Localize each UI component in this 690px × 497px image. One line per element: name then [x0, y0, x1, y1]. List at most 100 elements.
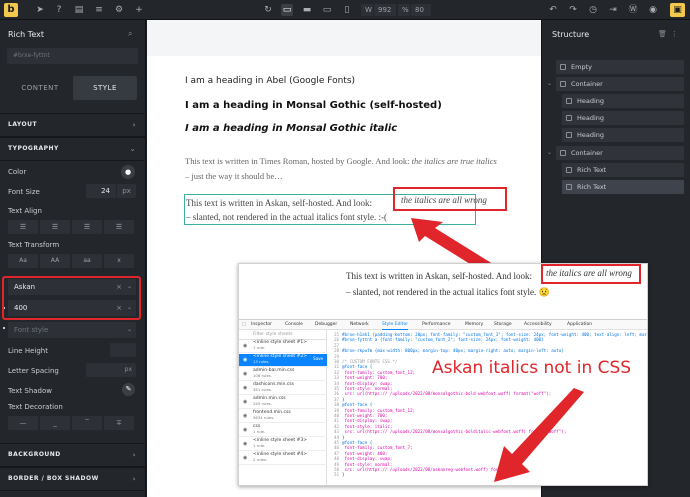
heading-monsal[interactable]: I am a heading in Monsal Gothic (self-ho…: [185, 100, 442, 111]
section-background[interactable]: BACKGROUND ›: [0, 443, 146, 467]
letter-spacing-input[interactable]: px: [86, 363, 136, 377]
tree-item-rich-text-2-selected[interactable]: Rich Text: [562, 180, 684, 194]
wordpress-icon[interactable]: Ⓦ: [627, 4, 639, 16]
bricks-logo[interactable]: b: [4, 3, 18, 17]
stylesheet-item[interactable]: ◉ <inline style sheet #3> 1 rule.: [239, 438, 327, 451]
eye-icon[interactable]: ◉: [243, 427, 247, 433]
tree-item-container-2[interactable]: ⌄ Container: [547, 146, 684, 160]
stylesheet-filter[interactable]: Filter style sheets: [239, 330, 327, 340]
stylesheet-rules: 106 rules.: [253, 373, 272, 378]
font-size-input[interactable]: 24: [86, 184, 116, 198]
tree-item-empty[interactable]: Empty: [556, 60, 684, 74]
css-code-editor[interactable]: 25 #brxe-h1ah1 {padding-bottom: 20px; fon…: [327, 330, 647, 485]
transform-lowercase[interactable]: aa: [72, 254, 102, 268]
stylesheet-item[interactable]: ◉ <inline style sheet #4> 2 rules.: [239, 452, 327, 465]
tree-item-container-1[interactable]: ⌄ Container: [547, 77, 684, 91]
code-text: }: [342, 396, 345, 402]
redo-icon[interactable]: ↷: [567, 4, 579, 16]
eye-icon[interactable]: ◉: [243, 413, 247, 419]
stylesheet-item[interactable]: ◉ dashicons.min.css 351 rules.: [239, 382, 327, 395]
decoration-overline-icon[interactable]: ‾: [72, 416, 102, 430]
stylesheet-item[interactable]: ◉ admin-bar.min.css 106 rules.: [239, 368, 327, 381]
transform-capitalize[interactable]: Aa: [8, 254, 38, 268]
tree-item-heading-2[interactable]: Heading: [562, 111, 684, 125]
pencil-icon[interactable]: ✎: [122, 383, 135, 396]
eye-icon[interactable]: ◉: [243, 371, 247, 377]
eye-icon[interactable]: ◉: [243, 399, 247, 405]
align-justify-icon[interactable]: ☰: [104, 220, 134, 234]
eye-icon[interactable]: ◉: [243, 385, 247, 391]
decoration-none-icon[interactable]: —: [8, 416, 38, 430]
section-typography[interactable]: TYPOGRAPHY ⌄: [0, 137, 146, 161]
tree-item-rich-text-1[interactable]: Rich Text: [562, 163, 684, 177]
eye-icon[interactable]: ◉: [243, 343, 247, 349]
tab-accessibility[interactable]: Accessibility: [524, 320, 552, 330]
search-icon[interactable]: ⌕: [128, 29, 132, 39]
zoom-input[interactable]: 80: [411, 4, 431, 16]
eye-icon[interactable]: ◉: [243, 357, 247, 363]
tablet-landscape-icon[interactable]: ▭: [321, 4, 333, 16]
font-style-select[interactable]: Font style ⌄: [8, 322, 136, 338]
save-link[interactable]: Save: [313, 356, 323, 361]
section-border[interactable]: BORDER / BOX SHADOW ›: [0, 467, 146, 491]
code-text: font-display: swap;: [342, 456, 393, 462]
tree-item-heading-1[interactable]: Heading: [562, 94, 684, 108]
element-id-field[interactable]: #brxe-fyttnt: [7, 48, 138, 64]
tab-network[interactable]: Network: [350, 320, 369, 330]
tab-console[interactable]: Console: [285, 320, 303, 330]
gear-icon[interactable]: ⚙: [113, 4, 125, 16]
tab-debugger[interactable]: Debugger: [315, 320, 337, 330]
mobile-icon[interactable]: ▯: [341, 4, 353, 16]
cursor-icon[interactable]: ➤: [34, 4, 46, 16]
stylesheet-item[interactable]: ◉ frontend.min.css 3634 rules.: [239, 410, 327, 423]
help-icon[interactable]: ?: [53, 4, 65, 16]
color-picker-icon[interactable]: ●: [121, 165, 135, 179]
plus-icon[interactable]: +: [133, 4, 145, 16]
chevron-down-icon[interactable]: ⌄: [547, 146, 552, 160]
tab-application[interactable]: Application: [567, 320, 592, 330]
exit-icon[interactable]: ⇥: [607, 4, 619, 16]
align-left-icon[interactable]: ☰: [8, 220, 38, 234]
stylesheet-item-active[interactable]: ◉ <inline style sheet #2> Save 13 rules.: [239, 354, 327, 367]
tab-content[interactable]: CONTENT: [8, 76, 72, 100]
undo-icon[interactable]: ↶: [547, 4, 559, 16]
font-size-unit[interactable]: px: [117, 184, 136, 198]
width-input[interactable]: 992: [374, 4, 396, 16]
decoration-underline-icon[interactable]: _: [40, 416, 70, 430]
eye-icon[interactable]: ◉: [243, 441, 247, 447]
tab-storage[interactable]: Storage: [494, 320, 512, 330]
history-icon[interactable]: ◷: [587, 4, 599, 16]
tab-memory[interactable]: Memory: [465, 320, 483, 330]
transform-uppercase[interactable]: AA: [40, 254, 70, 268]
more-icon[interactable]: ⋮: [671, 30, 682, 38]
save-icon[interactable]: ▣: [670, 3, 685, 17]
refresh-icon[interactable]: ↻: [262, 4, 274, 16]
page-icon[interactable]: ▤: [73, 4, 85, 16]
tab-style-editor[interactable]: Style Editor: [382, 320, 409, 330]
decoration-strikethrough-icon[interactable]: ∓: [104, 416, 134, 430]
chevron-down-icon[interactable]: ⌄: [547, 77, 552, 91]
preview-eye-icon[interactable]: ◉: [647, 4, 659, 16]
tab-style[interactable]: STYLE: [73, 76, 137, 100]
transform-none[interactable]: x: [104, 254, 134, 268]
font-style-placeholder: Font style: [14, 326, 49, 334]
stylesheet-item[interactable]: ◉ css 1 rule.: [239, 424, 327, 437]
trash-icon[interactable]: 🗑: [658, 30, 671, 38]
align-right-icon[interactable]: ☰: [72, 220, 102, 234]
stylesheet-item[interactable]: ◉ <inline style sheet #1> 1 rule.: [239, 340, 327, 353]
sliders-icon[interactable]: ≡: [93, 4, 105, 16]
section-layout[interactable]: LAYOUT ›: [0, 113, 146, 137]
tab-performance[interactable]: Performance: [422, 320, 451, 330]
rich-text-times[interactable]: This text is written in Times Roman, hos…: [185, 154, 500, 184]
line-height-input[interactable]: [110, 343, 136, 357]
eye-icon[interactable]: ◉: [243, 455, 247, 461]
heading-abel[interactable]: I am a heading in Abel (Google Fonts): [185, 76, 355, 86]
desktop-icon[interactable]: ▭: [281, 4, 293, 16]
laptop-icon[interactable]: ▬: [301, 4, 313, 16]
align-center-icon[interactable]: ☰: [40, 220, 70, 234]
heading-monsal-italic[interactable]: I am a heading in Monsal Gothic italic: [185, 123, 397, 134]
tab-inspector[interactable]: Inspector: [251, 320, 272, 330]
devtools-pick-icon[interactable]: ⬚: [242, 320, 246, 330]
tree-item-heading-3[interactable]: Heading: [562, 128, 684, 142]
stylesheet-item[interactable]: ◉ admin.min.css 245 rules.: [239, 396, 327, 409]
